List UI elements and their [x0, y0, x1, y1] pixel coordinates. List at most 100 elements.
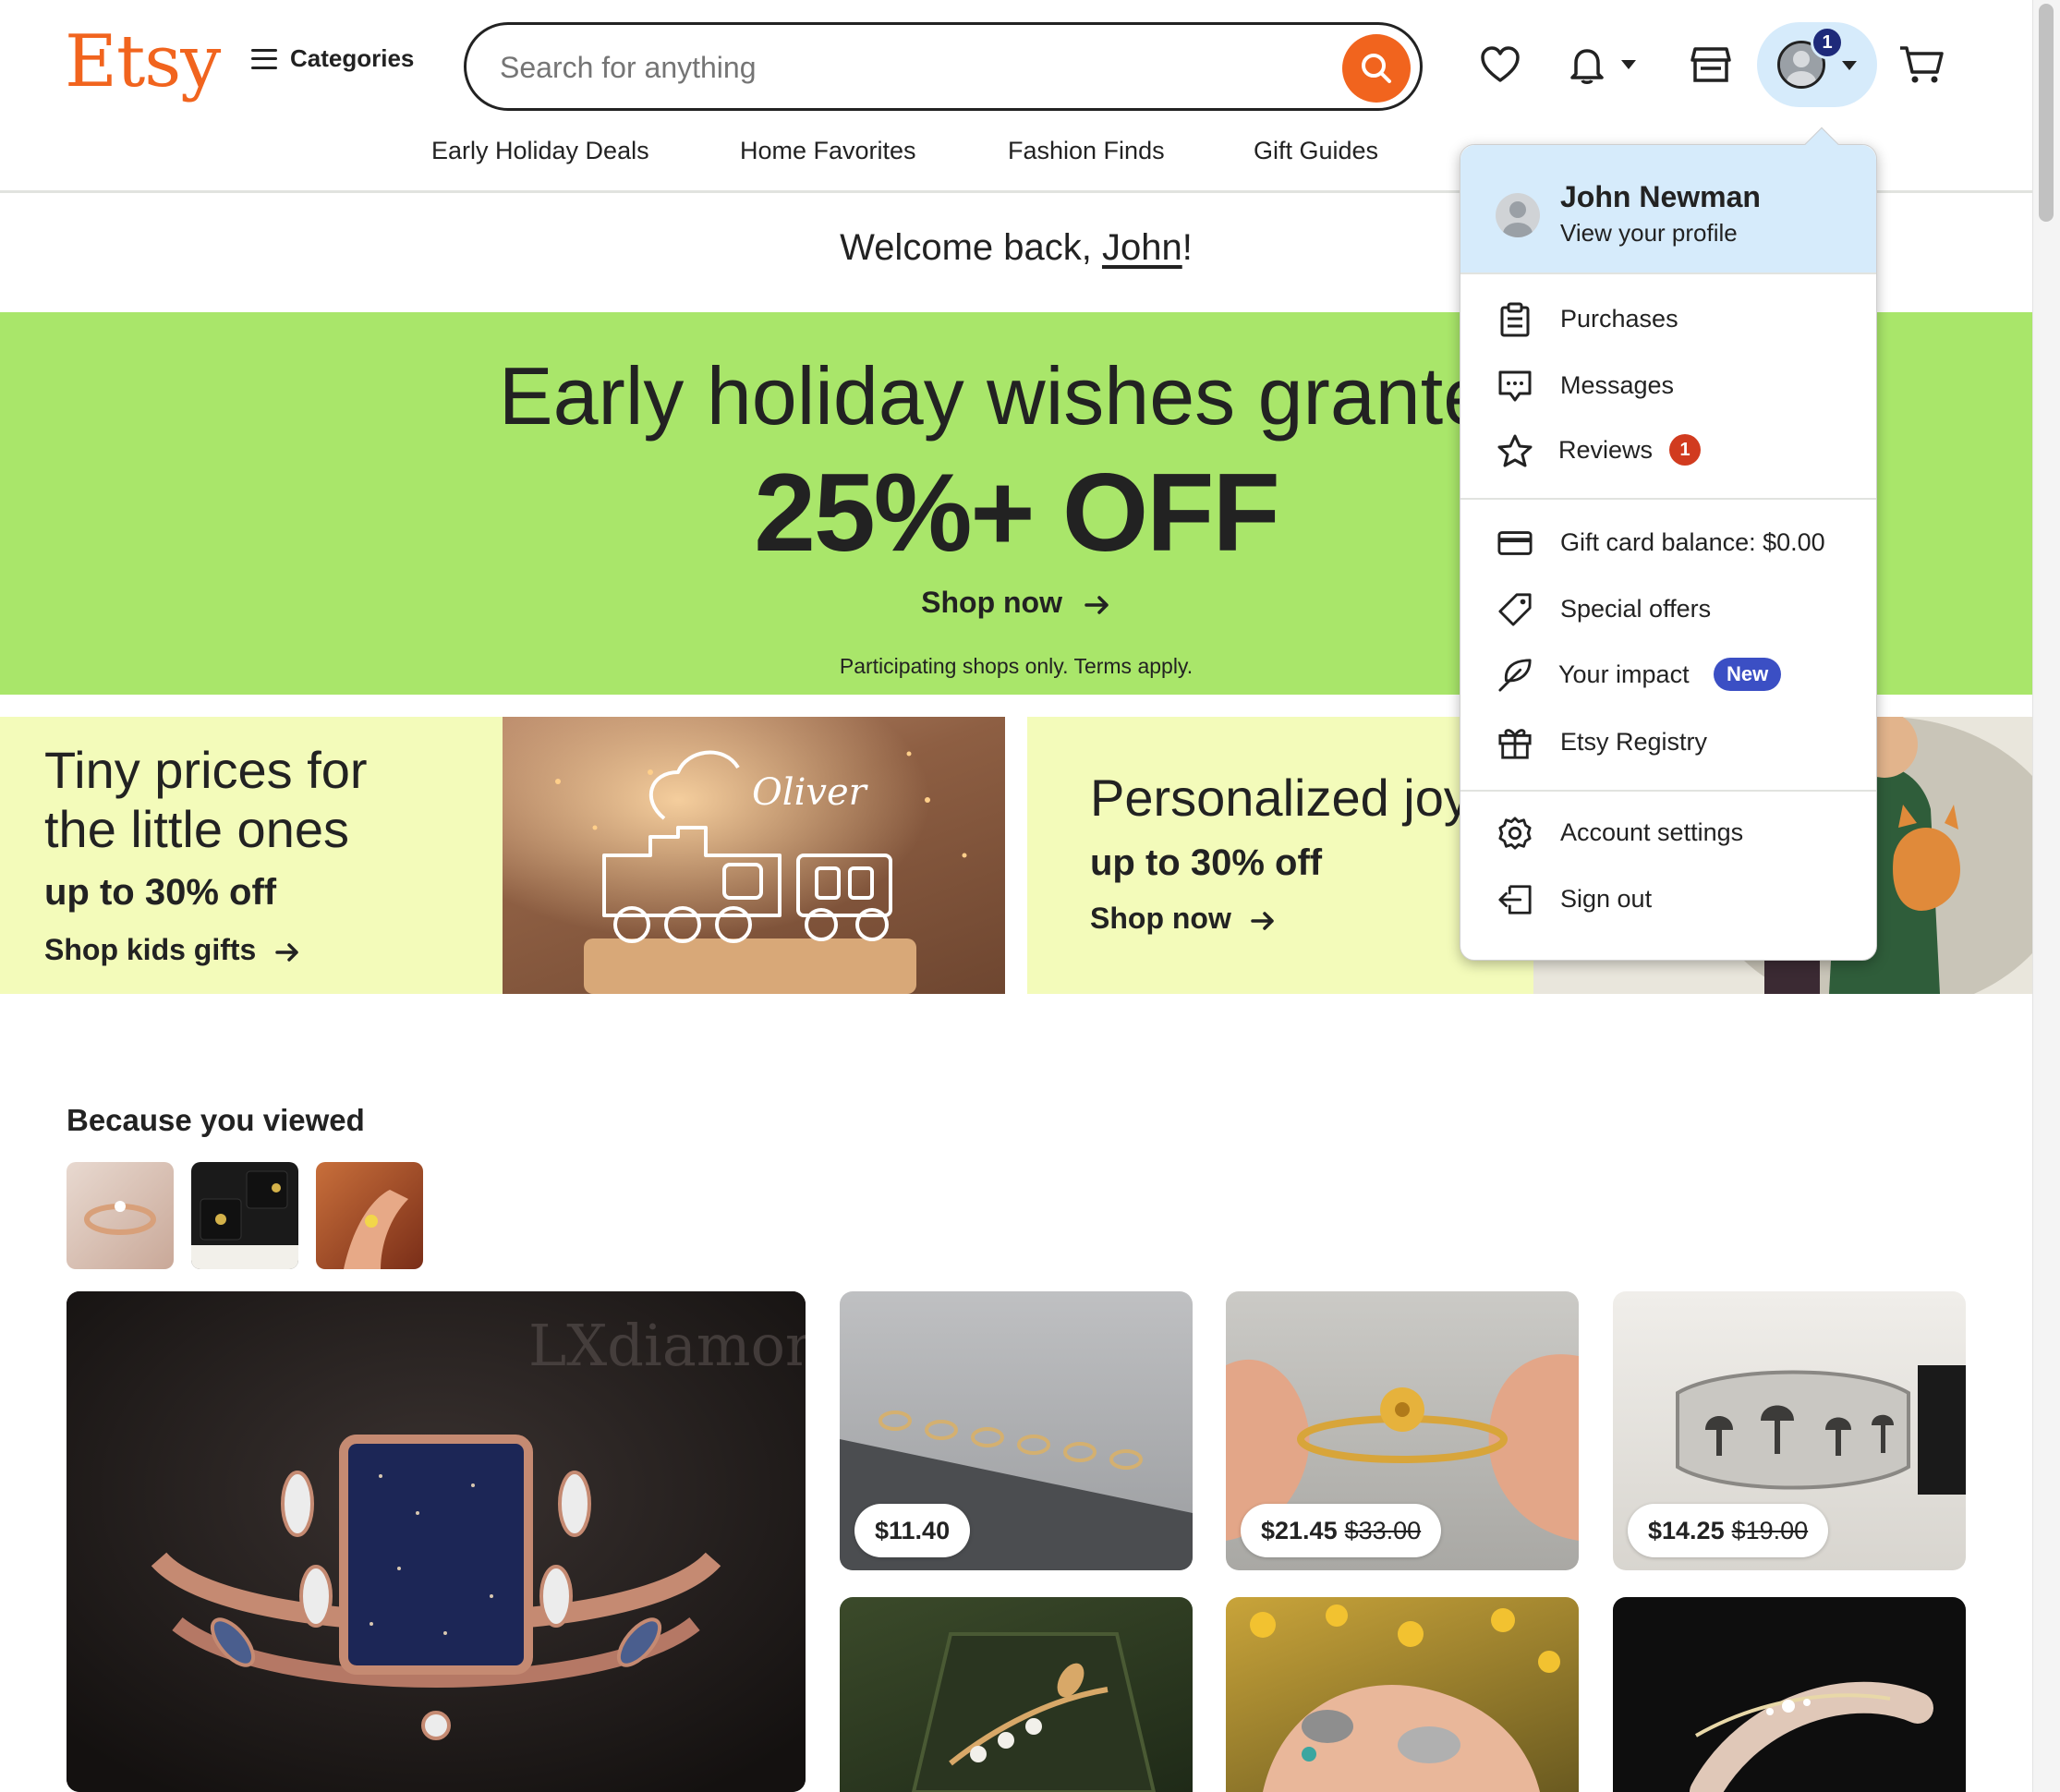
promo-kids-image[interactable]: Oliver [503, 717, 1005, 994]
svg-text:Oliver: Oliver [752, 771, 869, 814]
listing-card[interactable]: $11.40 [840, 1291, 1193, 1570]
account-button[interactable]: 1 [1757, 22, 1877, 107]
menu-avatar [1496, 193, 1540, 237]
ring-thumbnail-image [84, 1201, 156, 1235]
because-you-viewed-title: Because you viewed [67, 1103, 365, 1137]
search-button[interactable] [1342, 34, 1411, 103]
listing-card-featured[interactable]: LXdiamond [67, 1291, 806, 1792]
menu-item-purchases[interactable]: Purchases [1460, 293, 1876, 345]
menu-item-label: Account settings [1560, 817, 1744, 846]
star-icon [1497, 433, 1533, 468]
nav-early-holiday-deals[interactable]: Early Holiday Deals [431, 137, 649, 165]
original-price: $19.00 [1731, 1516, 1809, 1544]
menu-item-label: Purchases [1560, 304, 1678, 333]
menu-item-gift-card-balance[interactable]: Gift card balance: $0.00 [1460, 516, 1876, 568]
price-tag: $21.45 $33.00 [1241, 1504, 1442, 1557]
sign-out-icon [1497, 882, 1533, 917]
lily-ring-image [911, 1632, 1157, 1792]
notifications-button[interactable] [1563, 39, 1641, 91]
viewed-thumbnail[interactable] [316, 1162, 423, 1269]
ring-box-thumbnail-image [191, 1170, 298, 1269]
menu-item-label: Etsy Registry [1560, 727, 1708, 756]
credit-card-icon [1497, 526, 1533, 561]
menu-item-messages[interactable]: Messages [1460, 359, 1876, 411]
categories-button[interactable]: Categories [251, 44, 414, 73]
menu-item-label: Reviews [1558, 435, 1654, 464]
promo-personalized-link[interactable]: Shop now [1090, 902, 1277, 936]
cart-button[interactable] [1896, 39, 1947, 91]
price: $11.40 [875, 1516, 951, 1544]
menu-item-label: Sign out [1560, 884, 1653, 913]
search-input[interactable] [500, 45, 1313, 90]
promo-kids-title-1: Tiny prices for [44, 741, 368, 799]
price-tag: $11.40 [854, 1504, 971, 1557]
sell-on-etsy-button[interactable] [1685, 39, 1737, 91]
menu-icon [251, 48, 277, 69]
favorites-button[interactable] [1474, 39, 1526, 91]
welcome-name-link[interactable]: John [1102, 227, 1182, 268]
train-night-light-image: Oliver [503, 717, 1005, 994]
viewed-thumbnail[interactable] [191, 1162, 298, 1269]
listing-card[interactable] [1613, 1597, 1966, 1792]
view-profile-label: View your profile [1560, 219, 1738, 247]
arrow-right-icon [275, 942, 298, 962]
promo-personalized-title: Personalized joy [1090, 769, 1470, 827]
cart-icon [1900, 46, 1944, 83]
menu-item-label: Your impact [1558, 660, 1690, 688]
menu-item-special-offers[interactable]: Special offers [1460, 583, 1876, 635]
arrow-right-icon [1085, 595, 1109, 614]
nav-gift-guides[interactable]: Gift Guides [1254, 137, 1378, 165]
promo-kids-tile[interactable]: Tiny prices for the little ones up to 30… [0, 717, 503, 994]
menu-item-reviews[interactable]: Reviews 1 [1460, 424, 1876, 476]
price-tag: $14.25 $19.00 [1628, 1504, 1829, 1557]
scrollbar-thumb[interactable] [2039, 4, 2054, 222]
viewed-thumbnail[interactable] [67, 1162, 174, 1269]
listing-card[interactable] [1226, 1597, 1579, 1792]
menu-item-label: Gift card balance: $0.00 [1560, 527, 1825, 556]
clipboard-icon [1497, 302, 1533, 337]
tag-icon [1497, 592, 1533, 627]
menu-item-sign-out[interactable]: Sign out [1460, 873, 1876, 925]
view-profile-link[interactable]: John Newman View your profile [1460, 145, 1876, 272]
sunflower-field-rings-image [1250, 1604, 1560, 1792]
menu-item-etsy-registry[interactable]: Etsy Registry [1460, 716, 1876, 768]
menu-item-your-impact[interactable]: Your impact New [1460, 648, 1876, 700]
shop-icon [1690, 47, 1731, 82]
price: $21.45 [1261, 1516, 1338, 1544]
promo-kids-title-2: the little ones [44, 800, 349, 858]
promo-personalized-tile[interactable]: Personalized joy up to 30% off Shop now [1027, 717, 1533, 994]
listing-card[interactable]: $14.25 $19.00 [1613, 1291, 1966, 1570]
menu-item-label: Special offers [1560, 594, 1712, 623]
arrow-right-icon [1251, 911, 1274, 930]
bell-icon [1570, 49, 1604, 84]
search-icon [1362, 54, 1391, 83]
account-notification-badge: 1 [1811, 26, 1844, 59]
listing-card[interactable]: $21.45 $33.00 [1226, 1291, 1579, 1570]
user-icon [1503, 201, 1533, 237]
menu-divider [1460, 272, 1876, 274]
welcome-prefix: Welcome back, [840, 227, 1102, 268]
account-dropdown-menu: John Newman View your profile Purchases … [1460, 127, 1877, 961]
listing-card[interactable] [840, 1597, 1193, 1792]
menu-divider [1460, 498, 1876, 500]
welcome-suffix: ! [1181, 227, 1193, 268]
profile-name: John Newman [1560, 180, 1761, 213]
menu-divider [1460, 790, 1876, 792]
promo-kids-link[interactable]: Shop kids gifts [44, 933, 301, 967]
etsy-logo[interactable]: Etsy [65, 20, 221, 103]
promo-kids-cta-label: Shop kids gifts [44, 933, 257, 966]
price: $14.25 [1648, 1516, 1725, 1544]
hero-cta-label: Shop now [921, 586, 1062, 619]
finger-ring-thumbnail-image [344, 1190, 408, 1269]
nav-home-favorites[interactable]: Home Favorites [740, 137, 916, 165]
message-icon [1497, 369, 1533, 404]
menu-item-account-settings[interactable]: Account settings [1460, 806, 1876, 858]
menu-item-label: Messages [1560, 370, 1675, 399]
nav-fashion-finds[interactable]: Fashion Finds [1008, 137, 1165, 165]
gear-icon [1497, 816, 1533, 851]
leaf-icon [1497, 658, 1533, 693]
gift-icon [1497, 725, 1533, 760]
page-scrollbar[interactable] [2032, 0, 2060, 1792]
sandstone-ring-image: LXdiamond [67, 1291, 806, 1792]
svg-text:LXdiamond: LXdiamond [528, 1312, 806, 1379]
